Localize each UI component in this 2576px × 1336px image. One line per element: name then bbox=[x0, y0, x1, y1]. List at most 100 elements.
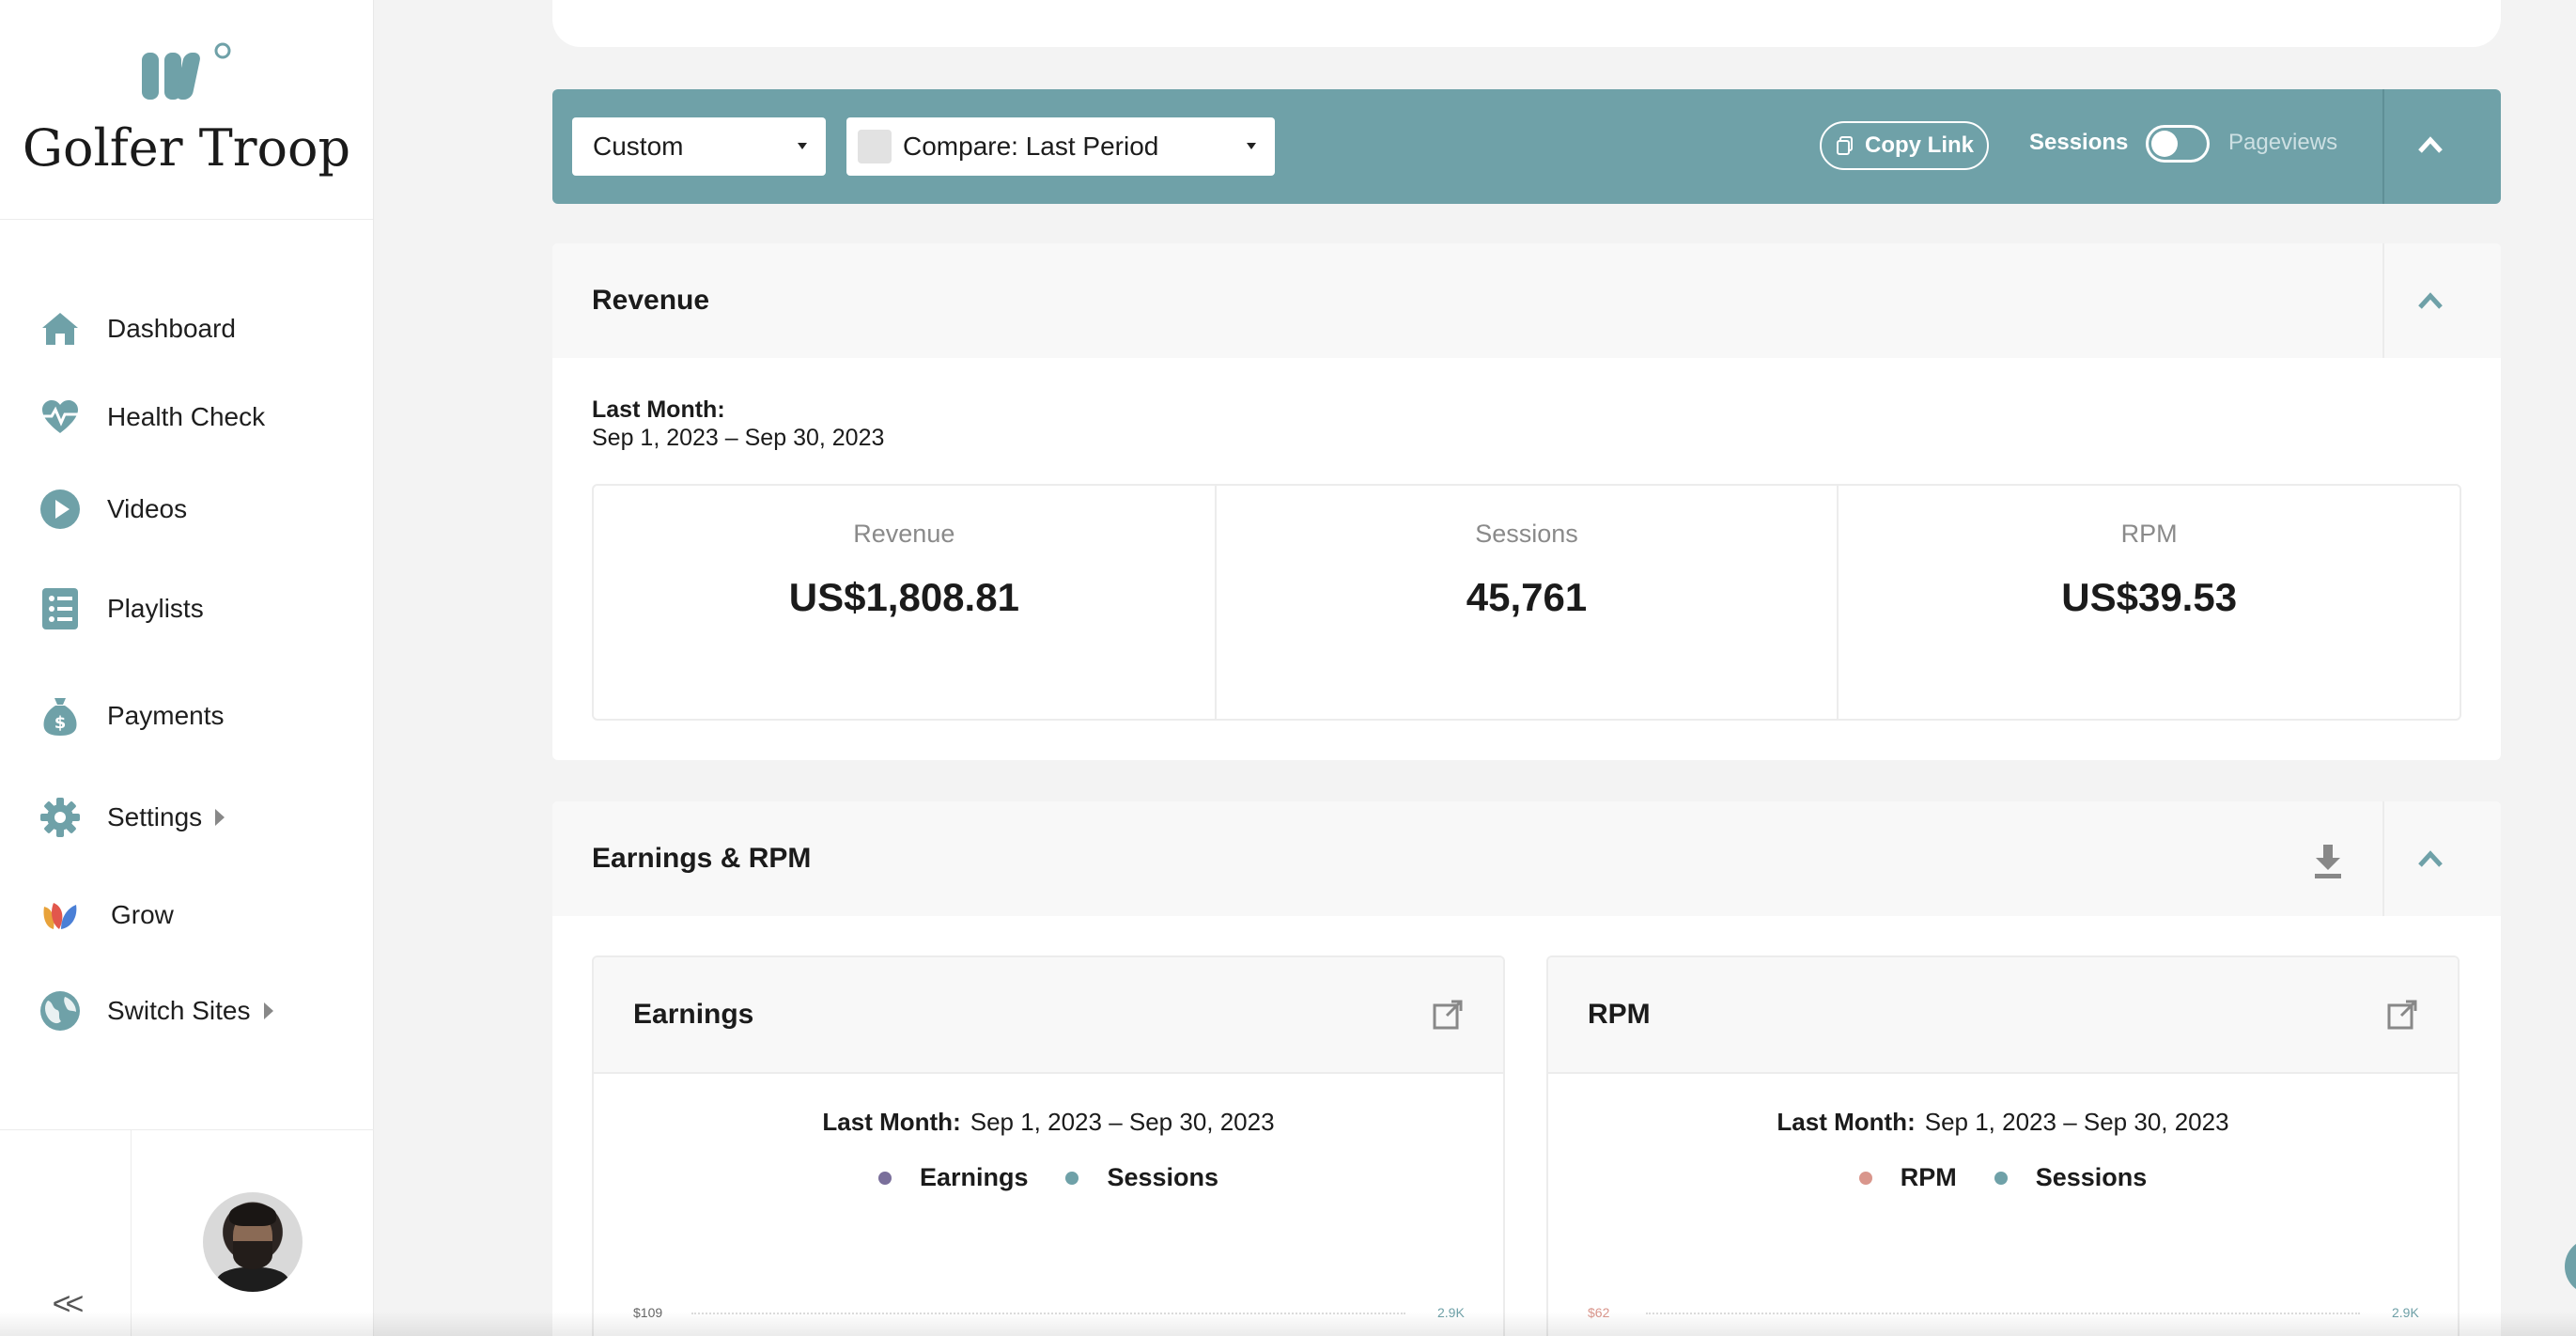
collapse-sidebar-button[interactable]: << bbox=[0, 1130, 132, 1336]
filter-toolbar: Custom Compare: Last Period Copy Link Se… bbox=[552, 89, 2501, 204]
toolbar-divider bbox=[2382, 89, 2384, 204]
legend-dot-icon bbox=[1994, 1171, 2008, 1185]
range-value: Sep 1, 2023 – Sep 30, 2023 bbox=[592, 425, 885, 451]
sidebar-item-payments[interactable]: $ Payments bbox=[36, 688, 225, 744]
metric-label: RPM bbox=[2120, 520, 2178, 548]
legend-label: Sessions bbox=[2035, 1163, 2148, 1191]
sidebar-item-settings[interactable]: Settings bbox=[36, 789, 225, 846]
revenue-date-range: Last Month: Sep 1, 2023 – Sep 30, 2023 bbox=[592, 396, 884, 452]
card-title: Earnings bbox=[633, 999, 754, 1030]
header-divider bbox=[2382, 801, 2384, 916]
brand-logo-icon[interactable] bbox=[140, 41, 234, 103]
sidebar-item-label: Videos bbox=[107, 494, 188, 523]
legend-label: Earnings bbox=[919, 1163, 1029, 1191]
grow-logo-icon bbox=[36, 891, 85, 940]
sidebar-item-dashboard[interactable]: Dashboard bbox=[36, 301, 236, 357]
previous-card bbox=[552, 0, 2501, 47]
legend-item-earnings[interactable]: Earnings bbox=[877, 1163, 1029, 1192]
metric-rpm: RPM US$39.53 bbox=[1839, 486, 2460, 719]
range-value: Sep 1, 2023 – Sep 30, 2023 bbox=[970, 1108, 1275, 1136]
sidebar-item-playlists[interactable]: Playlists bbox=[36, 581, 204, 637]
legend-label: RPM bbox=[1900, 1163, 1957, 1191]
heartbeat-icon bbox=[36, 393, 85, 442]
dropdown-arrow-icon bbox=[798, 143, 807, 149]
sidebar-item-label: Health Check bbox=[107, 402, 266, 431]
metric-value: US$1,808.81 bbox=[788, 575, 1019, 619]
copy-link-label: Copy Link bbox=[1864, 132, 1974, 158]
svg-text:$: $ bbox=[54, 713, 67, 733]
range-label: Last Month: bbox=[592, 396, 725, 423]
collapse-toolbar-chevron-up-icon[interactable] bbox=[2416, 131, 2444, 159]
dropdown-arrow-icon bbox=[1247, 143, 1256, 149]
legend-dot-icon bbox=[877, 1171, 892, 1185]
revenue-metrics: Revenue US$1,808.81 Sessions 45,761 RPM … bbox=[592, 484, 2461, 721]
avatar-beard bbox=[233, 1241, 272, 1269]
rpm-card-header: RPM bbox=[1548, 957, 2458, 1074]
section-title: Earnings & RPM bbox=[592, 843, 812, 874]
sidebar-item-switch-sites[interactable]: Switch Sites bbox=[36, 983, 273, 1039]
date-range-select[interactable]: Custom bbox=[572, 117, 826, 176]
chart-date-range: Last Month: Sep 1, 2023 – Sep 30, 2023 bbox=[1548, 1108, 2458, 1137]
toggle-sessions-label[interactable]: Sessions bbox=[2029, 130, 2128, 156]
avatar-body bbox=[216, 1267, 289, 1292]
chart-legend: RPM Sessions bbox=[1548, 1163, 2458, 1192]
open-external-icon[interactable] bbox=[1432, 999, 1464, 1031]
legend-item-sessions[interactable]: Sessions bbox=[1994, 1163, 2148, 1192]
earnings-chart-card: Earnings Last Month: Sep 1, 2023 – Sep 30… bbox=[592, 955, 1505, 1336]
sidebar-item-label: Settings bbox=[107, 802, 203, 831]
collapse-revenue-chevron-up-icon[interactable] bbox=[2416, 287, 2444, 315]
legend-item-rpm[interactable]: RPM bbox=[1858, 1163, 1957, 1192]
compare-select[interactable]: Compare: Last Period bbox=[846, 117, 1275, 176]
copy-link-button[interactable]: Copy Link bbox=[1820, 121, 1989, 170]
header-divider bbox=[2382, 243, 2384, 358]
range-label: Last Month: bbox=[822, 1108, 961, 1136]
legend-dot-icon bbox=[1065, 1171, 1079, 1185]
legend-dot-icon bbox=[1858, 1171, 1872, 1185]
sidebar-item-label: Playlists bbox=[107, 594, 204, 623]
sidebar-item-grow[interactable]: Grow bbox=[36, 887, 174, 943]
legend-item-sessions[interactable]: Sessions bbox=[1065, 1163, 1218, 1192]
avatar[interactable] bbox=[203, 1192, 303, 1292]
download-icon[interactable] bbox=[2311, 843, 2345, 880]
gear-icon bbox=[36, 793, 85, 842]
money-bag-icon: $ bbox=[36, 691, 85, 740]
open-external-icon[interactable] bbox=[2386, 999, 2418, 1031]
help-chat-button[interactable] bbox=[2565, 1238, 2576, 1295]
revenue-section-header: Revenue bbox=[552, 243, 2501, 358]
toggle-knob bbox=[2151, 131, 2178, 157]
chart-legend: Earnings Sessions bbox=[594, 1163, 1503, 1192]
compare-checkbox[interactable] bbox=[858, 130, 892, 163]
avatar-hair bbox=[229, 1204, 276, 1226]
sidebar-item-health-check[interactable]: Health Check bbox=[36, 389, 265, 445]
range-value: Sep 1, 2023 – Sep 30, 2023 bbox=[1924, 1108, 2229, 1136]
list-icon bbox=[36, 584, 85, 633]
metric-value: 45,761 bbox=[1466, 575, 1588, 619]
revenue-section: Revenue Last Month: Sep 1, 2023 – Sep 30… bbox=[552, 243, 2501, 760]
chart-date-range: Last Month: Sep 1, 2023 – Sep 30, 2023 bbox=[594, 1108, 1503, 1137]
sidebar-item-label: Switch Sites bbox=[107, 996, 251, 1025]
copy-icon bbox=[1836, 136, 1853, 155]
sidebar-item-videos[interactable]: Videos bbox=[36, 481, 187, 537]
collapse-earnings-chevron-up-icon[interactable] bbox=[2416, 845, 2444, 873]
earnings-rpm-section-header: Earnings & RPM bbox=[552, 801, 2501, 916]
metric-revenue: Revenue US$1,808.81 bbox=[594, 486, 1217, 719]
sidebar-item-label: Dashboard bbox=[107, 314, 236, 343]
section-title: Revenue bbox=[592, 285, 710, 316]
home-icon bbox=[36, 304, 85, 353]
sidebar-item-label: Grow bbox=[111, 900, 174, 929]
compare-select-value: Compare: Last Period bbox=[903, 132, 1159, 161]
metric-label: Sessions bbox=[1475, 520, 1578, 548]
caret-right-icon bbox=[215, 809, 225, 826]
legend-label: Sessions bbox=[1107, 1163, 1219, 1191]
metric-sessions: Sessions 45,761 bbox=[1217, 486, 1839, 719]
rpm-chart-card: RPM Last Month: Sep 1, 2023 – Sep 30, 202… bbox=[1546, 955, 2460, 1336]
sidebar-item-label: Payments bbox=[107, 701, 225, 730]
toggle-pageviews-label[interactable]: Pageviews bbox=[2228, 130, 2337, 156]
sidebar-footer: << bbox=[0, 1129, 374, 1336]
metric-value: US$39.53 bbox=[2061, 575, 2238, 619]
sessions-pageviews-toggle[interactable] bbox=[2146, 125, 2210, 163]
earnings-card-header: Earnings bbox=[594, 957, 1503, 1074]
caret-right-icon bbox=[263, 1002, 273, 1019]
play-icon bbox=[36, 485, 85, 534]
brand-name: Golfer Troop bbox=[22, 118, 351, 178]
